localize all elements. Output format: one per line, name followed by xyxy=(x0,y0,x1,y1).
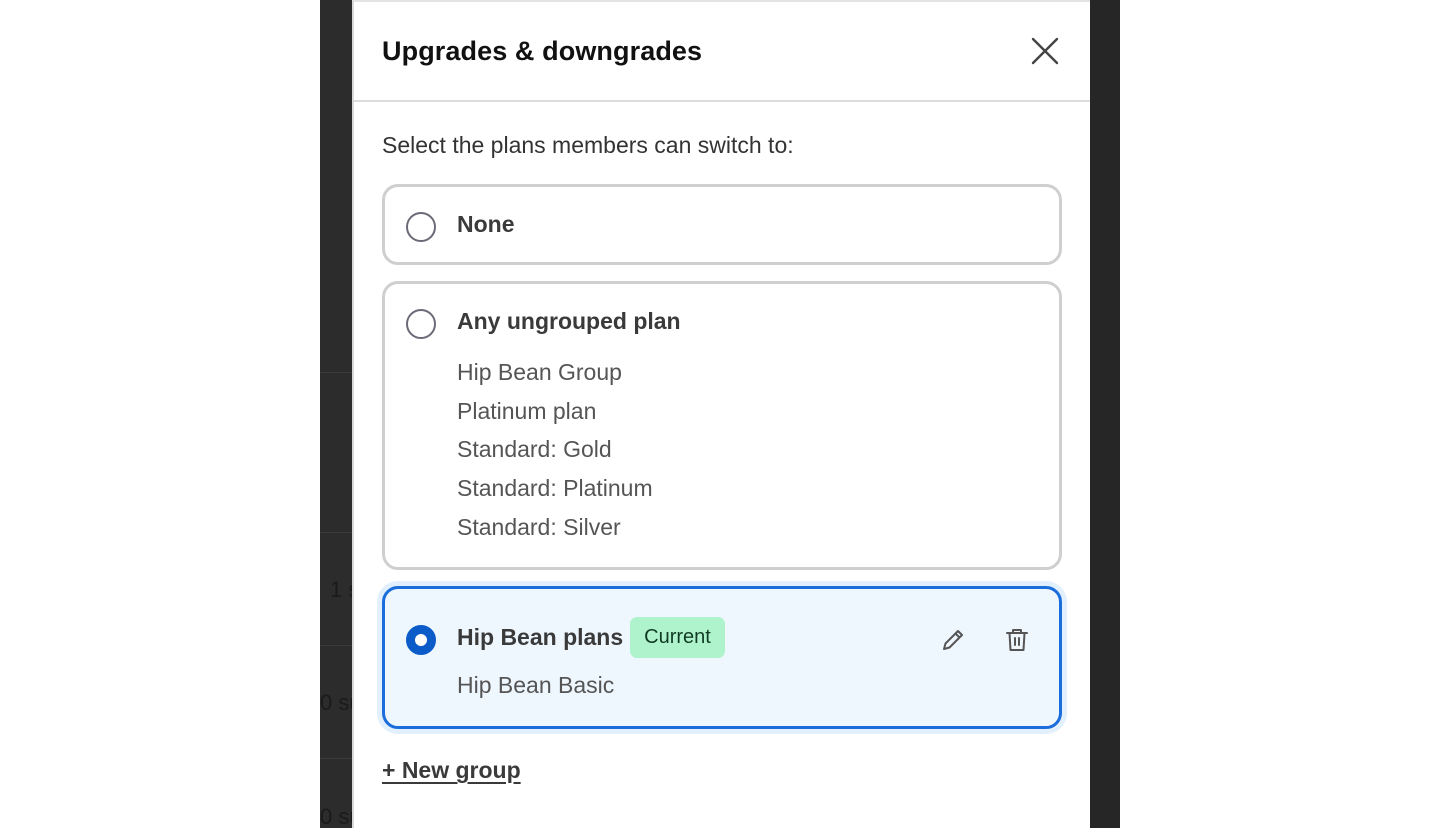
plan-item: Hip Bean Basic xyxy=(457,671,615,698)
radio-button[interactable] xyxy=(406,212,436,242)
pencil-icon xyxy=(943,629,963,650)
close-icon xyxy=(1031,37,1059,65)
plan-list: Hip Bean Group Platinum plan Standard: G… xyxy=(457,353,1037,547)
current-badge: Current xyxy=(630,616,725,658)
group-actions xyxy=(939,625,1031,655)
close-button[interactable] xyxy=(1028,34,1062,68)
plan-list: Hip Bean Basic xyxy=(457,666,1037,705)
plan-item: Platinum plan xyxy=(457,397,597,424)
upgrades-modal: Upgrades & downgrades Select the plans m… xyxy=(352,0,1090,828)
background-right-strip xyxy=(1090,0,1120,828)
intro-text: Select the plans members can switch to: xyxy=(382,132,794,158)
option-none[interactable]: None xyxy=(382,184,1062,265)
plan-item: Hip Bean Group xyxy=(457,359,622,385)
option-title: Hip Bean plans xyxy=(457,623,624,650)
delete-group-button[interactable] xyxy=(1003,625,1031,655)
trash-icon xyxy=(1006,628,1028,651)
radio-button[interactable] xyxy=(406,309,436,339)
edit-group-button[interactable] xyxy=(939,625,967,655)
option-hip-bean-plans[interactable]: Hip Bean plans Current Hip Bean Basic xyxy=(382,585,1062,730)
modal-header: Upgrades & downgrades xyxy=(354,2,1090,102)
plan-item: Standard: Silver xyxy=(457,513,621,540)
option-any-ungrouped[interactable]: Any ungrouped plan Hip Bean Group Platin… xyxy=(382,281,1062,570)
radio-button-checked[interactable] xyxy=(406,624,436,655)
modal-title: Upgrades & downgrades xyxy=(382,35,703,66)
plan-item: Standard: Gold xyxy=(457,436,612,463)
new-group-link[interactable]: + New group xyxy=(382,757,521,784)
modal-body: Select the plans members can switch to: … xyxy=(354,102,1090,784)
option-title: None xyxy=(457,211,515,237)
plan-item: Standard: Platinum xyxy=(457,475,653,502)
option-title: Any ungrouped plan xyxy=(457,308,681,334)
